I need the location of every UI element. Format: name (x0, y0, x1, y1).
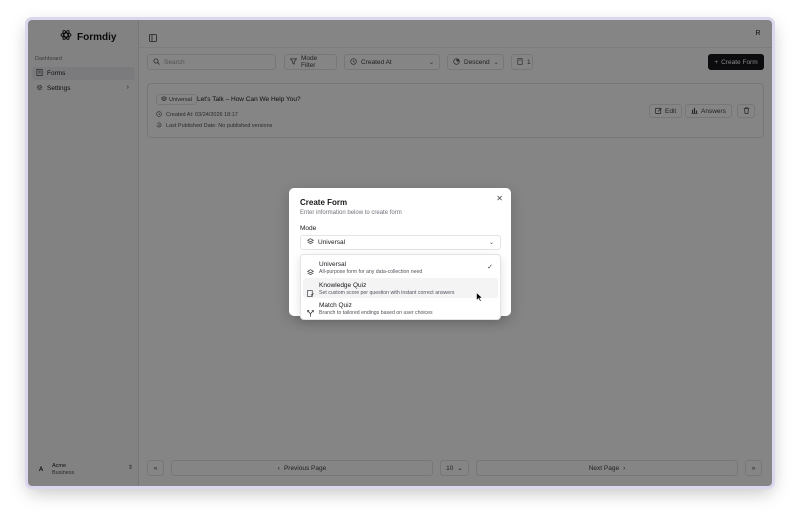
mode-select[interactable]: Universal ⌄ (300, 235, 501, 250)
mode-select-value: Universal (318, 239, 346, 246)
option-description: All-purpose form for any data-collection… (319, 269, 423, 275)
check-icon: ✓ (487, 264, 493, 271)
dialog-description: Enter information below to create form (300, 210, 402, 216)
option-description: Set custom score per question with insta… (319, 289, 455, 296)
mode-option-knowledge-quiz[interactable]: Knowledge Quiz Set custom score per ques… (303, 277, 498, 298)
mode-label: Mode (300, 225, 317, 232)
option-title: Knowledge Quiz (319, 281, 367, 289)
split-icon (307, 304, 314, 322)
layers-icon (306, 238, 315, 247)
dialog-title: Create Form (300, 198, 348, 207)
option-title: Universal (319, 261, 347, 268)
close-icon[interactable]: ✕ (496, 194, 503, 203)
chevron-down-icon: ⌄ (488, 240, 494, 246)
option-description: Branch to tailored endings based on user… (319, 310, 433, 316)
mode-option-match-quiz[interactable]: Match Quiz Branch to tailored endings ba… (303, 298, 498, 319)
app-window: Formdiy Dashboard Forms Settings › A Acm… (28, 20, 772, 486)
option-title: Match Quiz (319, 302, 352, 309)
mode-dropdown: Universal All-purpose form for any data-… (300, 254, 501, 320)
mode-option-universal[interactable]: Universal All-purpose form for any data-… (303, 257, 498, 278)
mouse-cursor-icon (476, 289, 484, 307)
